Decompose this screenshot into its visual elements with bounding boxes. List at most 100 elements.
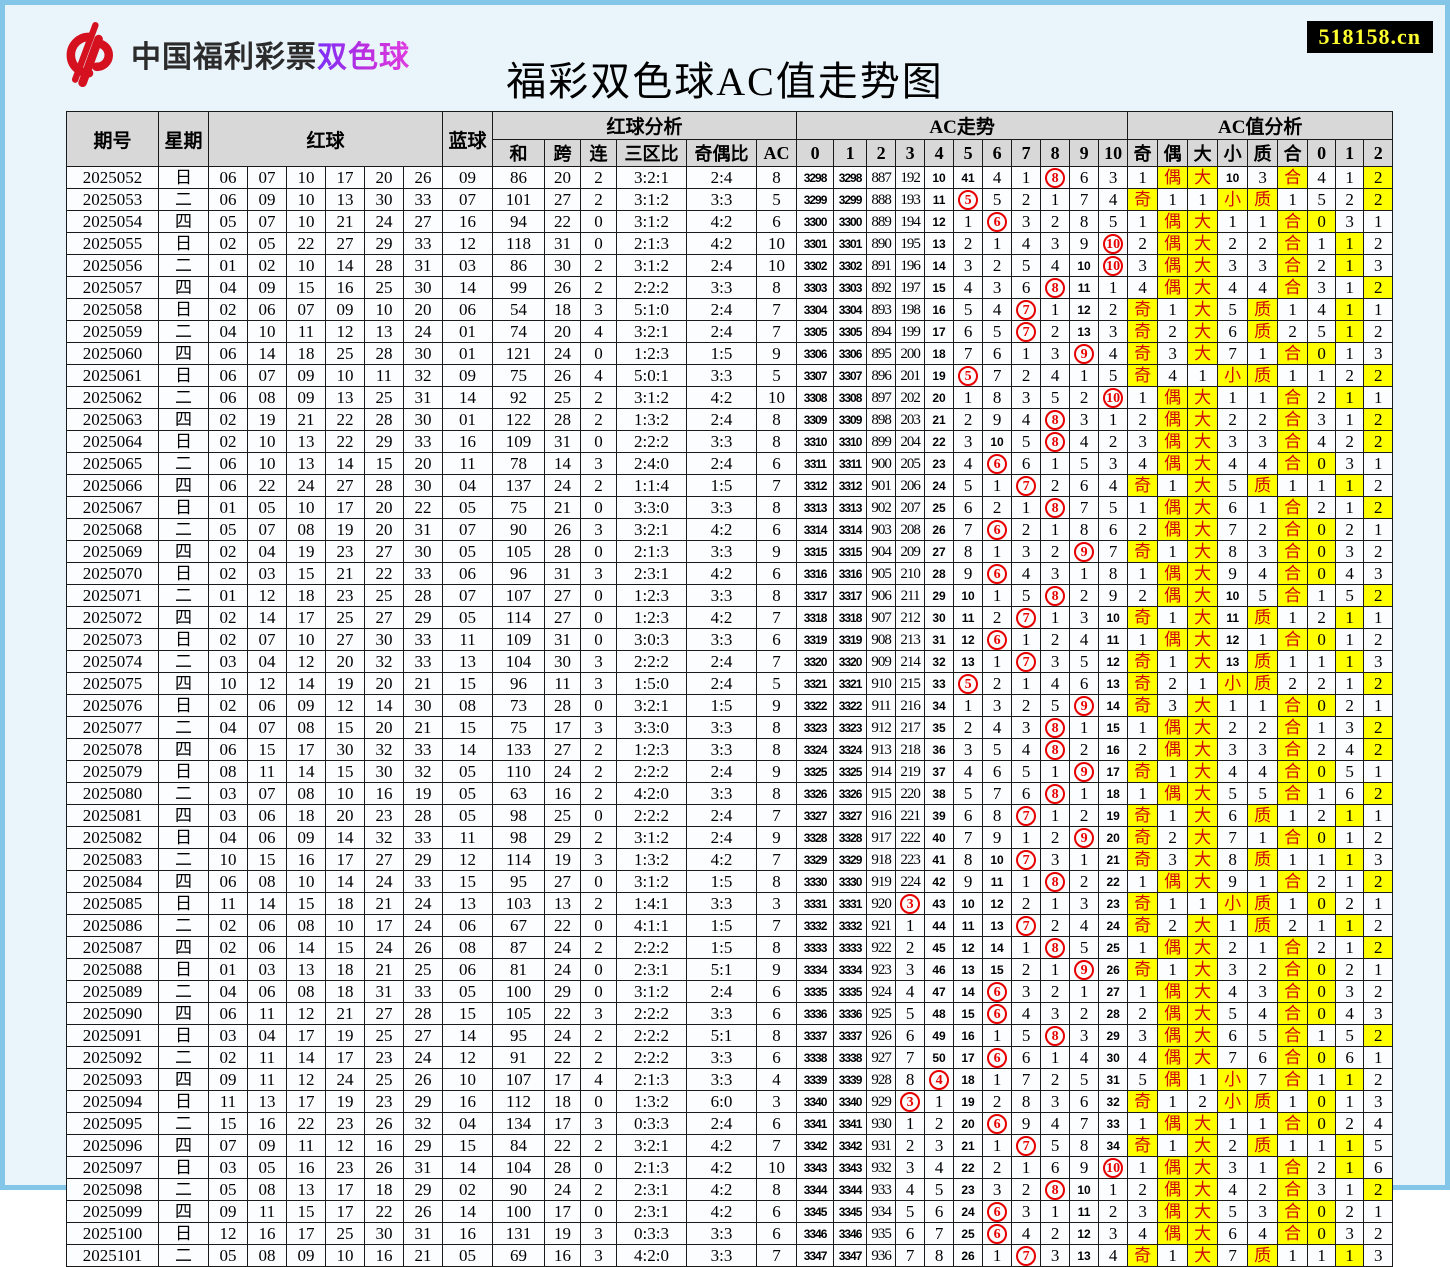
trend-cell: 3: [896, 959, 925, 981]
trend-cell: 3: [1012, 211, 1041, 233]
ac-value-cell: 10: [757, 255, 797, 277]
trend-cell: 10: [1099, 1157, 1128, 1179]
table-row: 2025053二060910133033071012723:1:23:35329…: [67, 189, 1393, 211]
red-ball: 01: [209, 585, 248, 607]
trend-cell: 10: [954, 893, 983, 915]
trend-cell: 2: [1070, 1003, 1099, 1025]
analysis-cell: 1: [1308, 783, 1336, 805]
trend-cell: 1: [983, 1025, 1012, 1047]
trend-cell: 8: [1070, 1135, 1099, 1157]
span-cell: 20: [545, 167, 581, 189]
ac-hit-circle: 8: [1045, 432, 1065, 452]
trend-cell: 1: [1041, 761, 1070, 783]
red-ball: 20: [404, 453, 443, 475]
ac-value-cell: 10: [757, 233, 797, 255]
blue-ball: 15: [443, 1003, 493, 1025]
analysis-cell: 2: [1248, 959, 1278, 981]
analysis-cell: 奇: [1128, 805, 1158, 827]
red-ball: 03: [248, 563, 287, 585]
blue-ball: 01: [443, 409, 493, 431]
analysis-cell: 大: [1188, 1157, 1218, 1179]
analysis-cell: 1: [1128, 629, 1158, 651]
analysis-cell: 8: [1218, 849, 1248, 871]
trend-cell: 2: [1041, 827, 1070, 849]
red-ball: 15: [326, 717, 365, 739]
trend-cell: 2: [896, 937, 925, 959]
trend-cell: 1: [983, 651, 1012, 673]
trend-cell: 15: [954, 1003, 983, 1025]
red-ball: 27: [326, 233, 365, 255]
ac-value-cell: 7: [757, 1135, 797, 1157]
red-ball: 01: [209, 497, 248, 519]
analysis-cell: 2: [1248, 519, 1278, 541]
analysis-cell: 合: [1278, 409, 1308, 431]
analysis-cell: 合: [1278, 1223, 1308, 1245]
analysis-cell: 2: [1128, 233, 1158, 255]
trend-cell: 1: [954, 211, 983, 233]
period-cell: 2025085: [67, 893, 159, 915]
analysis-cell: 偶: [1158, 387, 1188, 409]
analysis-cell: 0: [1308, 1003, 1336, 1025]
consecutive-cell: 0: [581, 607, 617, 629]
ac-hit-circle: 9: [1074, 828, 1094, 848]
table-row: 2025089二040608183133051002903:1:22:46333…: [67, 981, 1393, 1003]
analysis-cell: 4: [1218, 453, 1248, 475]
span-cell: 26: [545, 365, 581, 387]
red-ball: 06: [248, 805, 287, 827]
red-ball: 10: [287, 497, 326, 519]
analysis-cell: 合: [1278, 783, 1308, 805]
red-ball: 12: [326, 695, 365, 717]
trend-cell: 10: [925, 167, 954, 189]
week-cell: 四: [159, 739, 209, 761]
consecutive-cell: 3: [581, 519, 617, 541]
analysis-cell: 0: [1308, 1201, 1336, 1223]
analysis-cell: 质: [1248, 805, 1278, 827]
analysis-cell: 2: [1364, 189, 1393, 211]
blue-ball: 14: [443, 277, 493, 299]
trend-cell: 7: [1012, 849, 1041, 871]
zone-ratio-cell: 2:3:1: [617, 1201, 687, 1223]
week-cell: 四: [159, 1003, 209, 1025]
red-ball: 28: [365, 409, 404, 431]
zone-ratio-cell: 4:1:1: [617, 915, 687, 937]
sum-cell: 112: [493, 1091, 545, 1113]
analysis-cell: 1: [1364, 695, 1393, 717]
trend-cell: 4: [954, 277, 983, 299]
red-ball: 10: [287, 629, 326, 651]
red-ball: 01: [209, 959, 248, 981]
trend-cell: 9: [1070, 541, 1099, 563]
trend-cell: 2: [1012, 365, 1041, 387]
trend-cell: 2: [1070, 387, 1099, 409]
analysis-cell: 7: [1218, 519, 1248, 541]
analysis-cell: 5: [1248, 585, 1278, 607]
analysis-cell: 4: [1218, 277, 1248, 299]
analysis-cell: 合: [1278, 277, 1308, 299]
analysis-cell: 5: [1248, 783, 1278, 805]
red-ball: 09: [209, 1201, 248, 1223]
trend-cell: 3342: [797, 1135, 834, 1157]
odd-even-ratio-cell: 3:3: [687, 739, 757, 761]
red-ball: 27: [404, 211, 443, 233]
trend-cell: 916: [867, 805, 896, 827]
zone-ratio-cell: 3:1:2: [617, 871, 687, 893]
table-row: 2025067日01051017202205752103:3:03:383313…: [67, 497, 1393, 519]
trend-cell: 2: [1070, 871, 1099, 893]
red-ball: 26: [404, 1201, 443, 1223]
analysis-cell: 1: [1158, 189, 1188, 211]
red-ball: 29: [404, 849, 443, 871]
ac-value-cell: 8: [757, 167, 797, 189]
trend-cell: 7: [1070, 1113, 1099, 1135]
trend-cell: 3314: [797, 519, 834, 541]
site-url-badge[interactable]: 518158.cn: [1307, 21, 1434, 53]
trend-cell: 5: [1099, 211, 1128, 233]
red-ball: 15: [287, 893, 326, 915]
subheader-red-analysis-2: 连: [581, 140, 617, 167]
trend-cell: 5: [1041, 695, 1070, 717]
analysis-cell: 13: [1218, 651, 1248, 673]
trend-cell: 47: [925, 981, 954, 1003]
trend-cell: 5: [1041, 387, 1070, 409]
span-cell: 18: [545, 299, 581, 321]
odd-even-ratio-cell: 2:4: [687, 761, 757, 783]
red-ball: 14: [248, 343, 287, 365]
period-cell: 2025061: [67, 365, 159, 387]
